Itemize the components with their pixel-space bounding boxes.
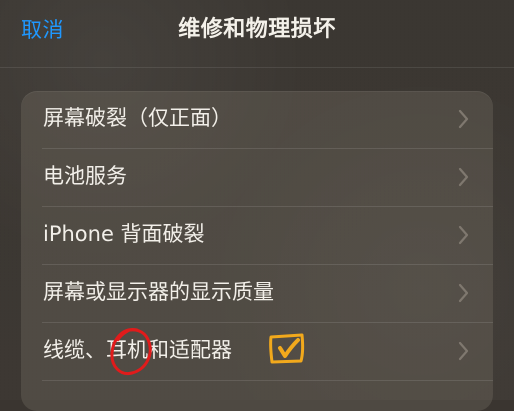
repair-options-list: 屏幕破裂（仅正面） 电池服务 iPhone 背面破裂 屏幕或显示器的显示质量 线… xyxy=(21,91,493,411)
list-item-label: 屏幕破裂（仅正面） xyxy=(43,106,232,130)
list-item-back-glass-crack[interactable]: iPhone 背面破裂 xyxy=(21,207,493,265)
cancel-button[interactable]: 取消 xyxy=(21,16,64,44)
chevron-right-icon xyxy=(457,223,471,247)
list-item-label: 电池服务 xyxy=(43,164,127,188)
list-item-battery-service[interactable]: 电池服务 xyxy=(21,149,493,207)
chevron-right-icon xyxy=(457,165,471,189)
list-item-screen-crack[interactable]: 屏幕破裂（仅正面） xyxy=(21,91,493,149)
chevron-right-icon xyxy=(457,107,471,131)
list-item-partial[interactable] xyxy=(21,381,493,411)
list-item-label: iPhone 背面破裂 xyxy=(43,222,205,246)
chevron-right-icon xyxy=(457,339,471,363)
list-item-display-quality[interactable]: 屏幕或显示器的显示质量 xyxy=(21,265,493,323)
red-circle-annotation xyxy=(104,324,158,380)
list-item-cables-earphones-adapters[interactable]: 线缆、耳机和适配器 xyxy=(21,323,493,381)
chevron-right-icon xyxy=(457,281,471,305)
list-item-label: 屏幕或显示器的显示质量 xyxy=(43,280,274,304)
navigation-header: 取消 维修和物理损坏 xyxy=(0,0,514,68)
page-title: 维修和物理损坏 xyxy=(178,17,336,42)
yellow-check-box-annotation xyxy=(264,328,312,368)
